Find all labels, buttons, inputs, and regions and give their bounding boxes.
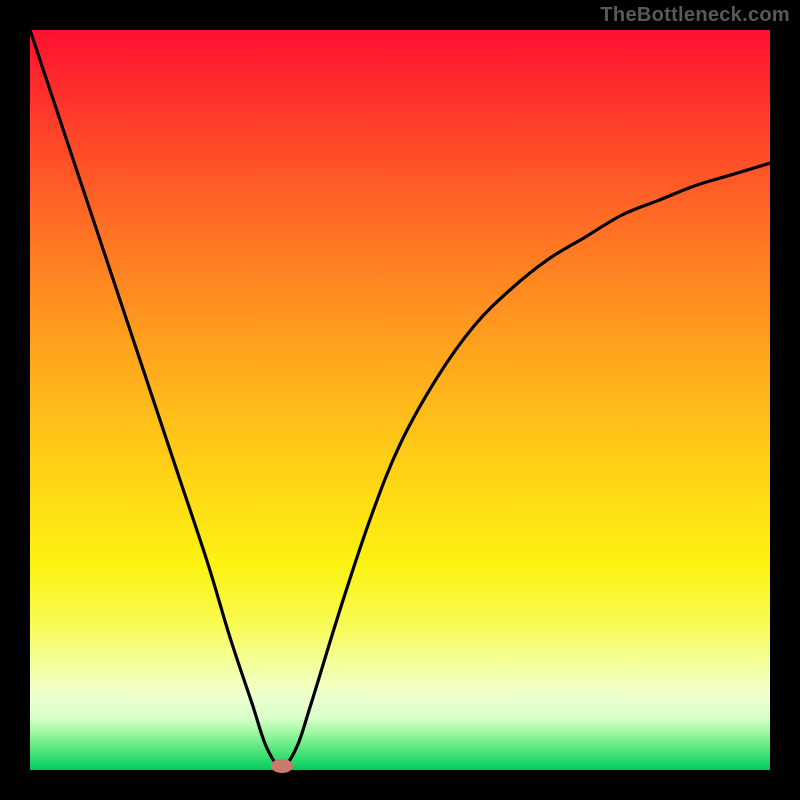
optimum-marker (271, 759, 293, 773)
watermark: TheBottleneck.com (600, 4, 790, 27)
curve-line (30, 30, 770, 770)
chart-container: TheBottleneck.com (0, 0, 800, 800)
plot-area (30, 30, 770, 770)
